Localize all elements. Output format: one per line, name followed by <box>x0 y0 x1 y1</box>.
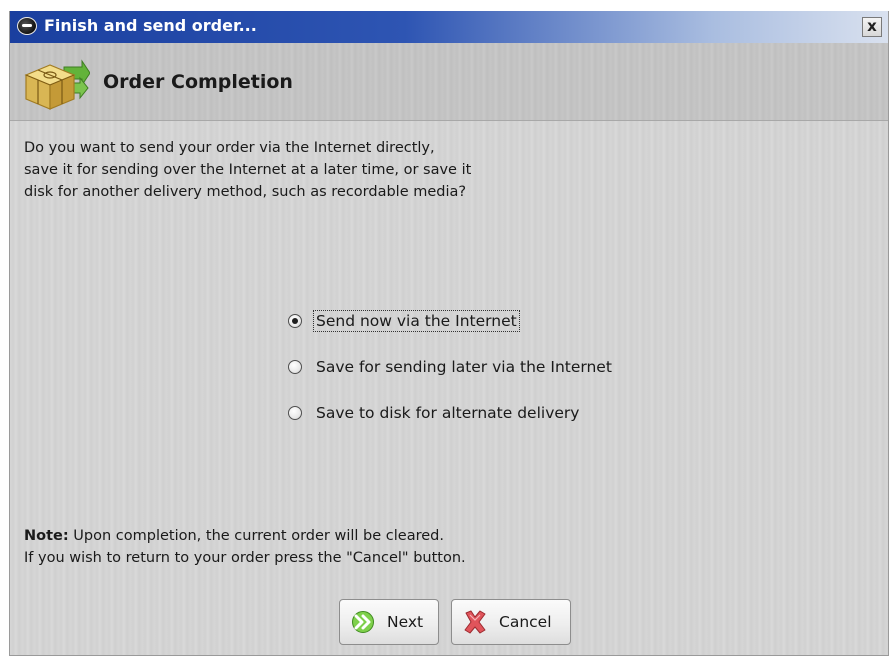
note-line-1: Note: Upon completion, the current order… <box>24 525 466 547</box>
cancel-button-label: Cancel <box>499 613 552 631</box>
send-now-radio[interactable] <box>288 314 302 328</box>
red-x-icon <box>464 610 486 634</box>
send-later-radio[interactable] <box>288 360 302 374</box>
question-line: disk for another delivery method, such a… <box>24 184 467 200</box>
delivery-options-group: Send now via the Internet Save for sendi… <box>288 309 614 447</box>
package-icon <box>24 59 90 110</box>
page-title: Order Completion <box>103 71 293 93</box>
header-band: Order Completion <box>10 43 888 121</box>
question-line: Do you want to send your order via the I… <box>24 140 435 156</box>
option-save-to-disk[interactable]: Save to disk for alternate delivery <box>288 401 614 425</box>
next-button[interactable]: Next <box>339 599 439 645</box>
close-button[interactable]: x <box>862 17 882 37</box>
question-line: save it for sending over the Internet at… <box>24 162 472 178</box>
title-bar: Finish and send order... x <box>10 11 888 43</box>
save-to-disk-label[interactable]: Save to disk for alternate delivery <box>314 403 581 423</box>
double-arrow-right-icon <box>352 611 374 633</box>
next-button-label: Next <box>387 613 424 631</box>
note-line-2: If you wish to return to your order pres… <box>24 550 466 566</box>
option-send-now[interactable]: Send now via the Internet <box>288 309 614 333</box>
note-text: Note: Upon completion, the current order… <box>24 525 466 569</box>
window-title: Finish and send order... <box>44 16 257 35</box>
dialog-window: Finish and send order... x Order Complet… <box>9 11 889 656</box>
note-prefix: Note: <box>24 528 69 544</box>
send-now-label[interactable]: Send now via the Internet <box>313 310 520 332</box>
question-text: Do you want to send your order via the I… <box>24 137 584 203</box>
option-send-later[interactable]: Save for sending later via the Internet <box>288 355 614 379</box>
send-later-label[interactable]: Save for sending later via the Internet <box>314 357 614 377</box>
cancel-button[interactable]: Cancel <box>451 599 571 645</box>
note-line-1-text: Upon completion, the current order will … <box>68 528 444 544</box>
save-to-disk-radio[interactable] <box>288 406 302 420</box>
app-logo-icon <box>17 17 37 35</box>
